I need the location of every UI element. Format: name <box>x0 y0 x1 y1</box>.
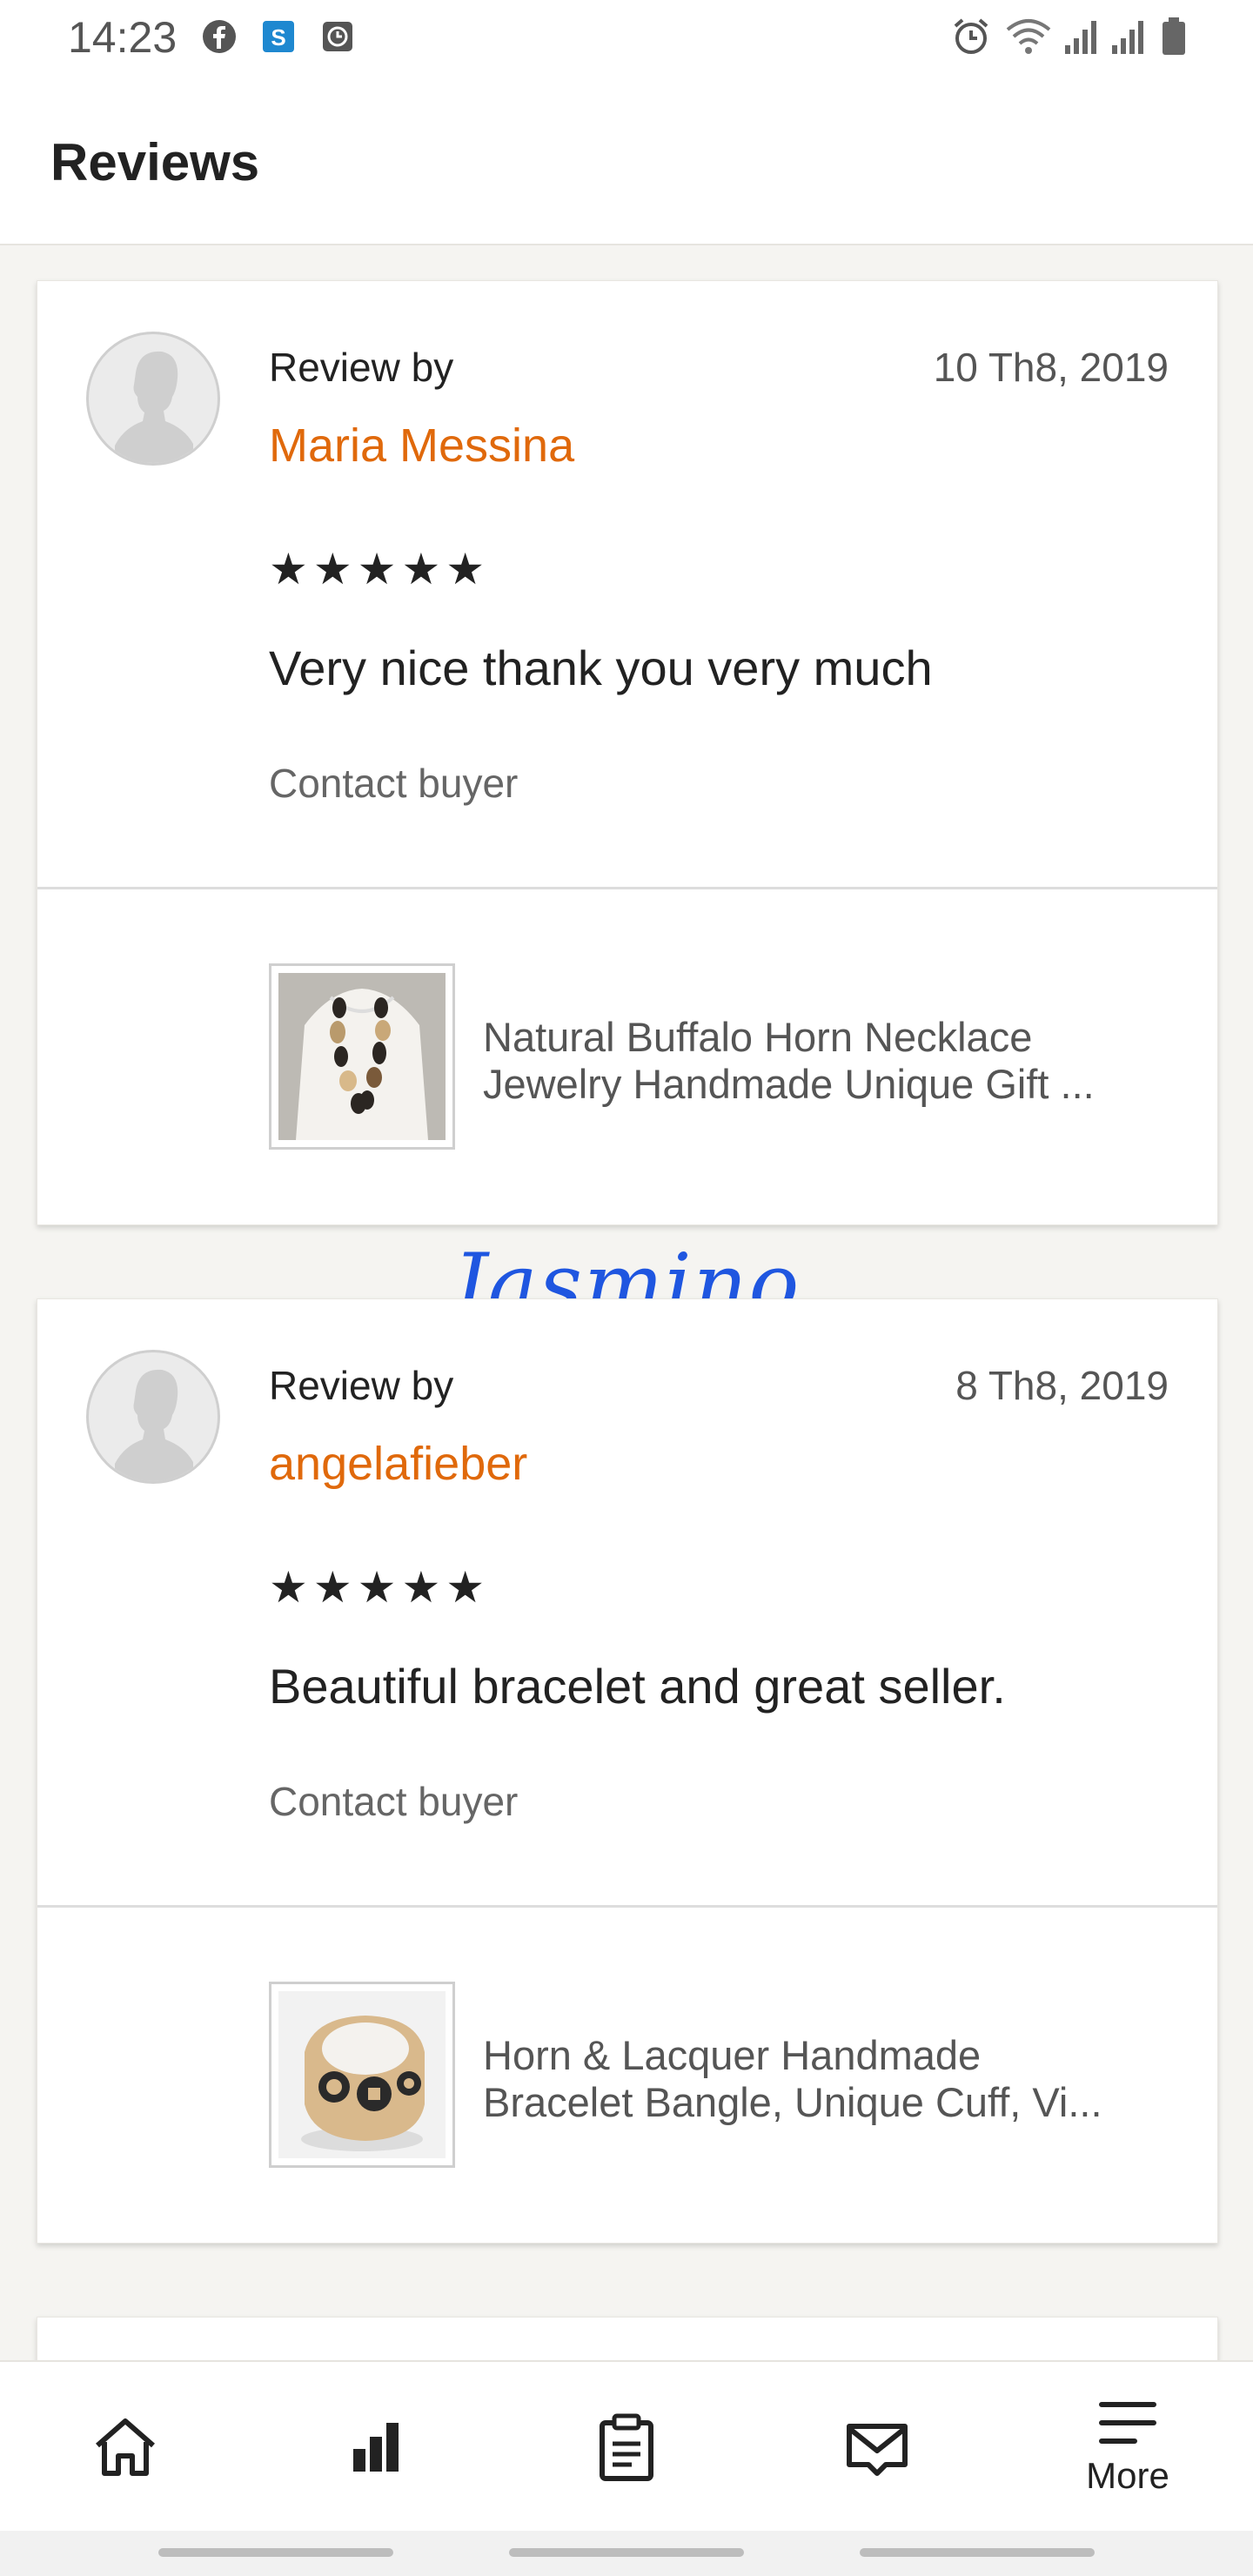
reviewer-name-link[interactable]: Maria Messina <box>269 419 574 473</box>
wifi-icon <box>1006 19 1051 54</box>
svg-text:S: S <box>271 24 285 50</box>
rating-stars: ★★★★★ <box>269 545 491 594</box>
avatar <box>86 1350 220 1484</box>
nav-stats[interactable] <box>251 2362 501 2532</box>
product-title-line: Bracelet Bangle, Unique Cuff, Vi... <box>483 2079 1102 2125</box>
review-card: Review by Maria Messina 10 Th8, 2019 ★★★… <box>37 280 1218 1225</box>
review-card: Review by angelafieber 8 Th8, 2019 ★★★★★… <box>37 1298 1218 2244</box>
review-text: Beautiful bracelet and great seller. <box>269 1659 1006 1714</box>
review-by-label: Review by <box>269 1363 454 1408</box>
contact-buyer-link[interactable]: Contact buyer <box>269 760 518 807</box>
review-by-label: Review by <box>269 345 454 390</box>
status-bar: 14:23 S <box>0 0 1253 73</box>
reviewer-name-link[interactable]: angelafieber <box>269 1437 527 1491</box>
review-text: Very nice thank you very much <box>269 641 933 695</box>
system-nav-handle[interactable] <box>509 2548 744 2557</box>
stats-icon <box>353 2423 399 2472</box>
page-title: Reviews <box>50 133 260 191</box>
nav-home[interactable] <box>0 2362 251 2532</box>
nav-more[interactable]: More <box>1002 2362 1253 2532</box>
home-icon <box>96 2418 155 2476</box>
product-title-link[interactable]: Horn & Lacquer Handmade Bracelet Bangle,… <box>483 2032 1179 2126</box>
product-title-line: Natural Buffalo Horn Necklace <box>483 1014 1033 1060</box>
necklace-product-image <box>278 973 446 1140</box>
contact-buyer-link[interactable]: Contact buyer <box>269 1778 518 1825</box>
divider <box>37 887 1217 889</box>
nav-more-label: More <box>1086 2455 1169 2496</box>
clock-app-icon <box>323 22 352 51</box>
app-bar: Reviews <box>0 73 1253 245</box>
system-nav-bar <box>0 2531 1253 2576</box>
rating-stars: ★★★★★ <box>269 1563 491 1612</box>
nav-orders[interactable] <box>501 2362 752 2532</box>
review-date: 10 Th8, 2019 <box>933 345 1169 390</box>
review-date: 8 Th8, 2019 <box>955 1363 1169 1408</box>
product-title-link[interactable]: Natural Buffalo Horn Necklace Jewelry Ha… <box>483 1014 1179 1108</box>
messages-icon <box>847 2424 908 2476</box>
facebook-icon <box>203 20 236 53</box>
skype-icon: S <box>263 21 294 52</box>
divider <box>37 1905 1217 1908</box>
bottom-nav: More <box>0 2360 1253 2532</box>
orders-icon <box>600 2413 653 2481</box>
nav-messages[interactable] <box>752 2362 1002 2532</box>
bracelet-product-image <box>278 1991 446 2158</box>
product-thumbnail[interactable] <box>269 1982 455 2168</box>
signal-icon <box>1112 21 1143 54</box>
menu-icon <box>1099 2402 1156 2444</box>
status-time: 14:23 <box>68 13 178 62</box>
avatar <box>86 332 220 466</box>
default-avatar-icon <box>115 351 193 463</box>
signal-icon <box>1065 21 1096 54</box>
system-nav-handle[interactable] <box>860 2548 1095 2557</box>
product-title-line: Horn & Lacquer Handmade <box>483 2032 982 2078</box>
alarm-icon <box>954 18 988 54</box>
battery-icon <box>1163 17 1185 55</box>
product-title-line: Jewelry Handmade Unique Gift ... <box>483 1061 1095 1107</box>
product-thumbnail[interactable] <box>269 963 455 1150</box>
system-nav-handle[interactable] <box>158 2548 393 2557</box>
default-avatar-icon <box>115 1369 193 1481</box>
